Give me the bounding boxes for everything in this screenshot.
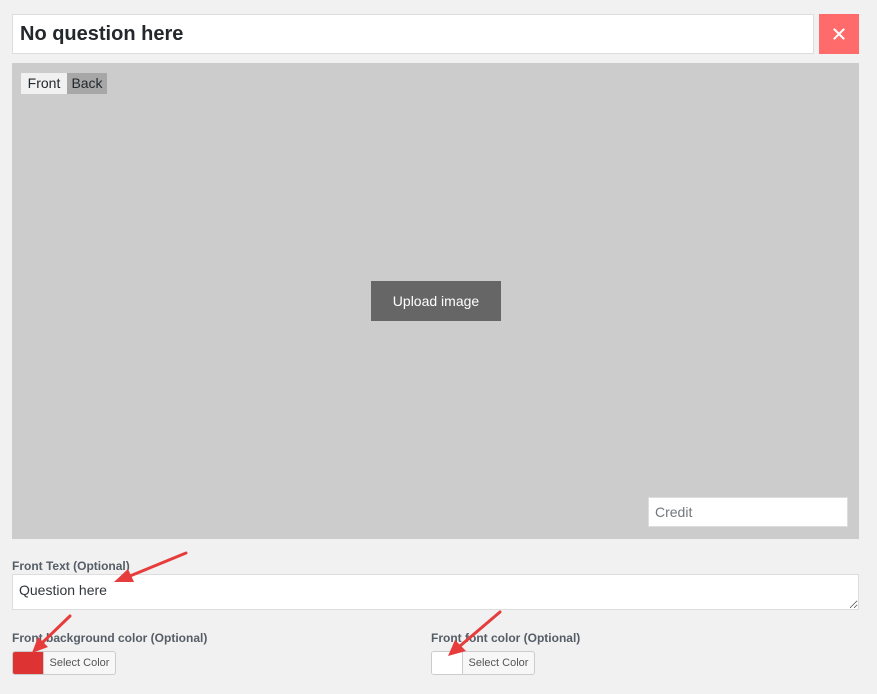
credit-input[interactable]: [648, 497, 848, 527]
tab-back[interactable]: Back: [67, 73, 107, 94]
front-background-color-label: Front background color (Optional): [12, 631, 208, 645]
front-font-color-label: Front font color (Optional): [431, 631, 581, 645]
select-color-button-label: Select Color: [468, 657, 529, 669]
tab-front[interactable]: Front: [21, 73, 67, 94]
front-background-color-picker[interactable]: Select Color: [12, 651, 116, 675]
color-swatch: [432, 652, 463, 674]
front-text-label: Front Text (Optional): [12, 559, 130, 573]
select-color-button-label: Select Color: [49, 657, 110, 669]
upload-image-button[interactable]: Upload image: [371, 281, 501, 321]
front-font-color-picker[interactable]: Select Color: [431, 651, 535, 675]
question-title-input[interactable]: [12, 14, 814, 54]
color-swatch: [13, 652, 44, 674]
delete-question-button[interactable]: [819, 14, 859, 54]
close-icon: [833, 28, 845, 40]
card-image-area: Front Back Upload image: [12, 63, 859, 539]
front-text-input[interactable]: Question here: [12, 574, 859, 610]
